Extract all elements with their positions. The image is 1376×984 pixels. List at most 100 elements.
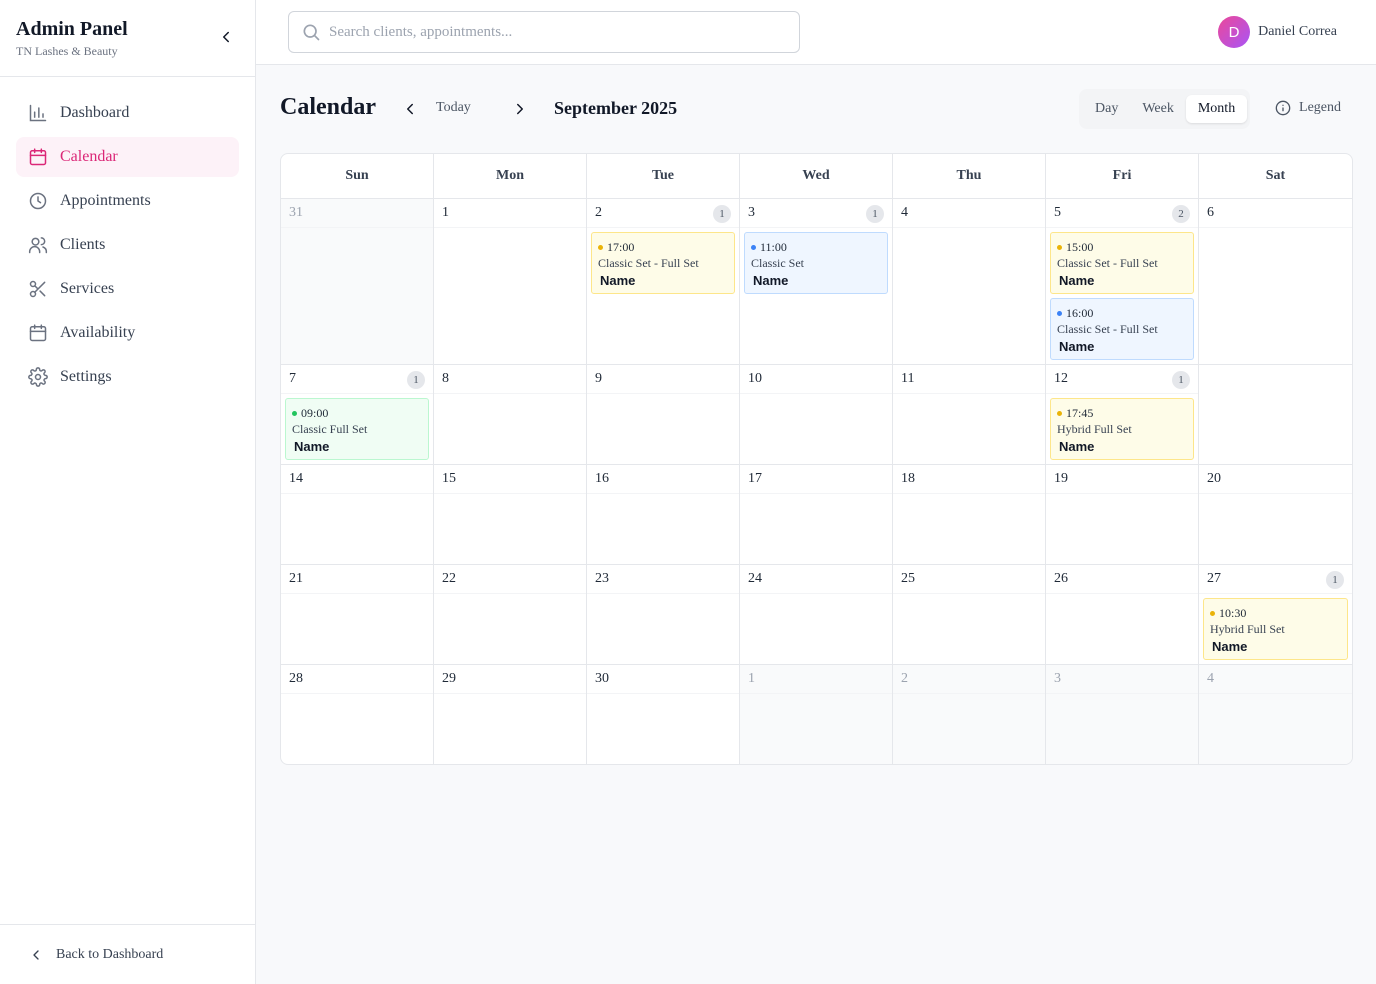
day-cell[interactable]: 9 [587,365,740,464]
appointment-card[interactable]: 09:00 Classic Full Set Name [285,398,429,460]
view-week-button[interactable]: Week [1130,95,1186,123]
day-number: 26 [1054,571,1068,586]
day-cell[interactable]: 11 [893,365,1046,464]
day-cell[interactable]: 3 [1046,665,1199,764]
today-button[interactable]: Today [436,100,471,116]
appointment-time-row: 16:00 [1057,306,1187,320]
appointment-client-name: Name [753,273,789,288]
legend-button[interactable]: Legend [1275,100,1341,116]
day-cell[interactable]: 27 1 10:30 Hybrid Full Set Name [1199,565,1352,664]
day-cell[interactable]: 22 [434,565,587,664]
day-number: 29 [442,671,456,686]
day-header: 4 [893,199,1045,228]
sidebar-item-dashboard[interactable]: Dashboard [16,93,239,133]
day-cell[interactable]: 21 [281,565,434,664]
day-cell[interactable]: 31 [281,199,434,364]
appointment-card[interactable]: 11:00 Classic Set Name [744,232,888,294]
day-cell[interactable]: 25 [893,565,1046,664]
prev-month-button[interactable] [399,98,421,120]
day-cell[interactable]: 15 [434,465,587,564]
user-name: Daniel Correa [1258,24,1337,39]
day-header: 16 [587,465,739,494]
day-cell[interactable]: 8 [434,365,587,464]
day-number: 3 [748,205,755,220]
day-cell[interactable]: 29 [434,665,587,764]
day-number: 2 [595,205,602,220]
sidebar-item-clients[interactable]: Clients [16,225,239,265]
appointment-card[interactable]: 16:00 Classic Set - Full Set Name [1050,298,1194,360]
day-number: 19 [1054,471,1068,486]
user-menu[interactable]: D Daniel Correa [1218,16,1337,48]
appointment-time: 17:45 [1066,406,1094,420]
day-cell[interactable]: 19 [1046,465,1199,564]
day-header: 21 [587,199,739,228]
view-month-button[interactable]: Month [1185,95,1248,123]
day-number: 8 [442,371,449,386]
day-cell[interactable]: 30 [587,665,740,764]
appointment-count-badge: 1 [713,205,731,223]
day-cell[interactable]: 14 [281,465,434,564]
day-cell[interactable]: 26 [1046,565,1199,664]
weekday-header: Sun [281,154,434,198]
view-day-button[interactable]: Day [1083,95,1130,123]
day-number: 1 [442,205,449,220]
appointment-service: Hybrid Full Set [1057,422,1132,436]
appointment-client-name: Name [1059,273,1095,288]
weekday-header: Wed [740,154,893,198]
day-cell[interactable]: 23 [587,565,740,664]
week-row: 31 1 2 1 17:00 Classic Set - Full Set Name 3 1 11… [281,199,1352,365]
day-cell[interactable]: 1 [740,665,893,764]
day-cell[interactable]: 2 1 17:00 Classic Set - Full Set Name [587,199,740,364]
day-header: 29 [434,665,586,694]
sidebar-item-label: Dashboard [60,104,130,121]
day-cell[interactable]: 4 [1199,665,1352,764]
appointment-card[interactable]: 17:45 Hybrid Full Set Name [1050,398,1194,460]
calendar-icon [28,147,48,167]
appointment-service: Classic Set - Full Set [1057,322,1158,336]
calendar-header: Calendar Today September 2025 Day Week M… [280,88,1352,130]
appointment-card[interactable]: 17:00 Classic Set - Full Set Name [591,232,735,294]
sidebar-item-appointments[interactable]: Appointments [16,181,239,221]
day-number: 16 [595,471,609,486]
chevron-left-icon [407,103,413,115]
status-dot-icon [1057,244,1062,250]
day-header: 52 [1046,199,1198,228]
day-number: 11 [901,371,915,386]
view-switcher: Day Week Month [1079,89,1250,129]
day-cell[interactable]: 7 1 09:00 Classic Full Set Name [281,365,434,464]
day-cell[interactable]: 18 [893,465,1046,564]
day-cell[interactable]: 5 2 15:00 Classic Set - Full Set Name 16:00 Cl… [1046,199,1199,364]
next-month-button[interactable] [509,98,531,120]
day-cell[interactable]: 20 [1199,465,1352,564]
sidebar-item-settings[interactable]: Settings [16,357,239,397]
day-cell[interactable]: 2 [893,665,1046,764]
sidebar-item-availability[interactable]: Availability [16,313,239,353]
back-to-dashboard-link[interactable]: Back to Dashboard [0,924,255,984]
appointment-time-row: 09:00 [292,406,422,420]
page-title: Calendar [280,94,376,120]
search-input[interactable] [329,23,789,41]
status-dot-icon [751,244,756,250]
day-cell[interactable]: 12 1 17:45 Hybrid Full Set Name [1046,365,1199,464]
day-cell[interactable]: 28 [281,665,434,764]
sidebar-item-services[interactable]: Services [16,269,239,309]
day-cell[interactable]: 17 [740,465,893,564]
appointment-time: 16:00 [1066,306,1094,320]
day-cell[interactable]: 10 [740,365,893,464]
day-cell[interactable]: 6 [1199,199,1352,364]
day-cell[interactable]: 1 [434,199,587,364]
day-header: 31 [281,199,433,228]
collapse-sidebar-button[interactable] [217,28,235,46]
day-number: 9 [595,371,602,386]
day-cell[interactable]: 4 [893,199,1046,364]
day-header: 30 [587,665,739,694]
day-cell[interactable]: 24 [740,565,893,664]
chevron-left-icon [223,31,229,43]
day-number: 2 [901,671,908,686]
sidebar-item-calendar[interactable]: Calendar [16,137,239,177]
day-number: 20 [1207,471,1221,486]
day-cell[interactable]: 16 [587,465,740,564]
day-cell[interactable]: 3 1 11:00 Classic Set Name [740,199,893,364]
appointment-card[interactable]: 15:00 Classic Set - Full Set Name [1050,232,1194,294]
appointment-card[interactable]: 10:30 Hybrid Full Set Name [1203,598,1348,660]
